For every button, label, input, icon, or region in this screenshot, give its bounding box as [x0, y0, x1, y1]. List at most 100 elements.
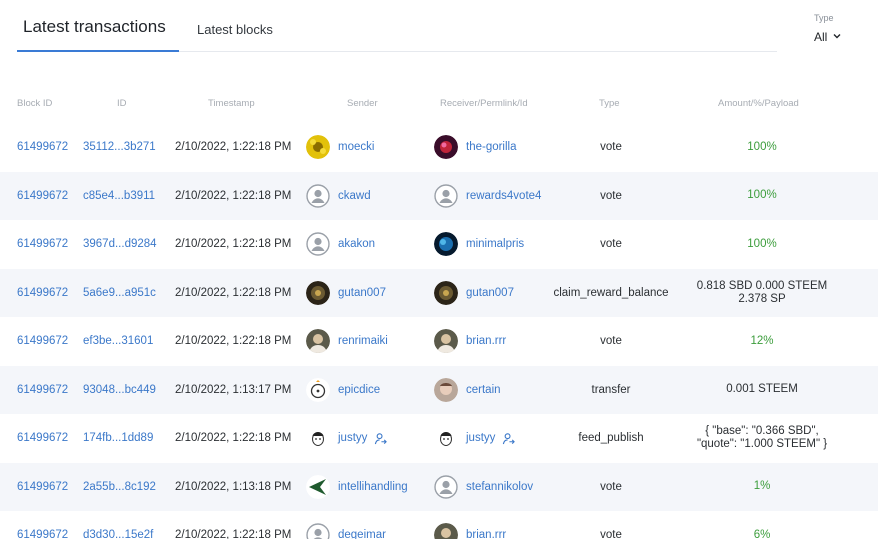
portrait-photo-avatar-icon[interactable] — [434, 329, 458, 353]
flower-avatar-icon[interactable] — [306, 135, 330, 159]
dark-photo-avatar-icon[interactable] — [306, 280, 330, 305]
sender-link[interactable]: degeimar — [338, 529, 386, 539]
sender-cell: ckawd — [306, 172, 371, 220]
default-user-avatar-icon[interactable] — [306, 183, 330, 208]
receiver-link[interactable]: certain — [466, 384, 501, 396]
default-user-avatar-icon[interactable] — [434, 183, 458, 208]
transaction-id-link[interactable]: 2a55b...8c192 — [83, 463, 156, 511]
block-id-link[interactable]: 61499672 — [17, 172, 68, 220]
transaction-id-link[interactable]: d3d30...15e2f — [83, 511, 153, 539]
amount-cell: 100% — [688, 220, 836, 268]
blue-planet-avatar-icon[interactable] — [434, 232, 458, 256]
sender-link[interactable]: ckawd — [338, 190, 371, 202]
sender-link[interactable]: renrimaiki — [338, 335, 388, 347]
amount-value: 12% — [750, 334, 774, 347]
green-arrow-logo-avatar-icon[interactable] — [306, 474, 330, 499]
table-row: 61499672 3967d...d9284 2/10/2022, 1:22:18 … — [0, 220, 878, 268]
receiver-link[interactable]: justyy — [466, 432, 495, 444]
amount-cell: 100% — [688, 123, 836, 171]
receiver-link[interactable]: stefannikolov — [466, 481, 533, 493]
amount-cell: 12% — [688, 317, 836, 365]
sender-link[interactable]: moecki — [338, 141, 374, 153]
default-user-avatar-icon[interactable] — [306, 232, 330, 256]
face-photo-avatar-icon[interactable] — [434, 377, 458, 402]
cartoon-face-avatar-icon[interactable] — [434, 426, 458, 450]
tab-latest-blocks[interactable]: Latest blocks — [197, 0, 287, 52]
timestamp: 2/10/2022, 1:22:18 PM — [175, 189, 292, 202]
receiver-link[interactable]: brian.rrr — [466, 529, 506, 539]
table-row: 61499672 c85e4...b3911 2/10/2022, 1:22:18 … — [0, 171, 878, 220]
chevron-down-icon — [833, 34, 841, 39]
sender-link[interactable]: epicdice — [338, 384, 380, 396]
tab-bar: Latest transactions Latest blocks — [17, 0, 777, 52]
block-id-link[interactable]: 61499672 — [17, 511, 68, 539]
transaction-id-link[interactable]: 35112...3b271 — [83, 123, 156, 171]
amount-cell: 1% — [688, 463, 836, 511]
receiver-link[interactable]: rewards4vote4 — [466, 190, 541, 202]
receiver-link[interactable]: gutan007 — [466, 287, 514, 299]
portrait-photo-avatar-icon[interactable] — [434, 523, 458, 539]
column-header-receiver: Receiver/Permlink/Id — [440, 98, 528, 109]
transaction-id-link[interactable]: c85e4...b3911 — [83, 172, 155, 220]
dark-photo-avatar-icon[interactable] — [434, 280, 458, 305]
red-abstract-avatar-icon[interactable] — [434, 135, 458, 159]
column-header-sender: Sender — [347, 98, 378, 109]
sender-cell: akakon — [306, 220, 375, 268]
portrait-photo-avatar-icon[interactable] — [306, 329, 330, 353]
operation-type: claim_reward_balance — [553, 286, 669, 299]
receiver-cell: justyy — [434, 414, 516, 462]
block-id-link[interactable]: 61499672 — [17, 366, 68, 414]
table-row: 61499672 174fb...1dd89 2/10/2022, 1:22:18 … — [0, 414, 878, 462]
amount-value: { "base": "0.366 SBD", — [705, 425, 819, 437]
transaction-id-link[interactable]: ef3be...31601 — [83, 317, 153, 365]
amount-cell: { "base": "0.366 SBD", "quote": "1.000 ST… — [688, 414, 836, 462]
type-filter-value: All — [814, 30, 828, 44]
amount-value: 100% — [747, 237, 777, 250]
sender-link[interactable]: akakon — [338, 238, 375, 250]
sender-link[interactable]: gutan007 — [338, 287, 386, 299]
operation-type: vote — [600, 529, 622, 539]
receiver-link[interactable]: minimalpris — [466, 238, 524, 250]
amount-value: 1% — [753, 480, 771, 492]
transaction-id-link[interactable]: 174fb...1dd89 — [83, 414, 153, 462]
sender-link[interactable]: justyy — [338, 432, 367, 444]
transaction-id-link[interactable]: 5a6e9...a951c — [83, 269, 156, 317]
block-id-link[interactable]: 61499672 — [17, 220, 68, 268]
receiver-link[interactable]: brian.rrr — [466, 335, 506, 347]
block-id-link[interactable]: 61499672 — [17, 269, 68, 317]
timestamp: 2/10/2022, 1:22:18 PM — [175, 141, 292, 153]
sender-link[interactable]: intellihandling — [338, 481, 408, 493]
block-id-link[interactable]: 61499672 — [17, 317, 68, 365]
default-user-avatar-icon[interactable] — [306, 523, 330, 539]
transaction-id-link[interactable]: 93048...bc449 — [83, 366, 156, 414]
default-user-avatar-icon[interactable] — [434, 474, 458, 499]
timestamp: 2/10/2022, 1:22:18 PM — [175, 432, 292, 444]
receiver-link[interactable]: the-gorilla — [466, 141, 517, 153]
block-id-link[interactable]: 61499672 — [17, 463, 68, 511]
receiver-cell: brian.rrr — [434, 511, 506, 539]
proxy-user-icon — [503, 432, 516, 444]
block-id-link[interactable]: 61499672 — [17, 414, 68, 462]
amount-value: 0.001 STEEM — [726, 383, 798, 395]
type-filter-dropdown[interactable]: Type All — [814, 13, 864, 45]
tab-latest-transactions[interactable]: Latest transactions — [17, 0, 179, 52]
timestamp: 2/10/2022, 1:13:17 PM — [175, 383, 292, 396]
amount-value: 6% — [753, 528, 771, 539]
transaction-id-link[interactable]: 3967d...d9284 — [83, 220, 157, 268]
dice-logo-avatar-icon[interactable] — [306, 377, 330, 402]
operation-type: vote — [600, 141, 622, 153]
amount-value-secondary: 2.378 SP — [738, 292, 786, 305]
amount-value: 0.818 SBD 0.000 STEEM — [696, 279, 828, 292]
column-header-type: Type — [599, 98, 620, 109]
sender-cell: degeimar — [306, 511, 386, 539]
column-header-amount: Amount/%/Payload — [718, 98, 799, 109]
column-header-block-id: Block ID — [17, 98, 53, 109]
receiver-cell: rewards4vote4 — [434, 172, 541, 220]
block-id-link[interactable]: 61499672 — [17, 123, 68, 171]
table-row: 61499672 5a6e9...a951c 2/10/2022, 1:22:18 … — [0, 268, 878, 317]
cartoon-face-avatar-icon[interactable] — [306, 426, 330, 450]
column-header-id: ID — [117, 98, 127, 109]
amount-cell: 6% — [688, 511, 836, 539]
receiver-cell: brian.rrr — [434, 317, 506, 365]
receiver-cell: certain — [434, 366, 501, 414]
